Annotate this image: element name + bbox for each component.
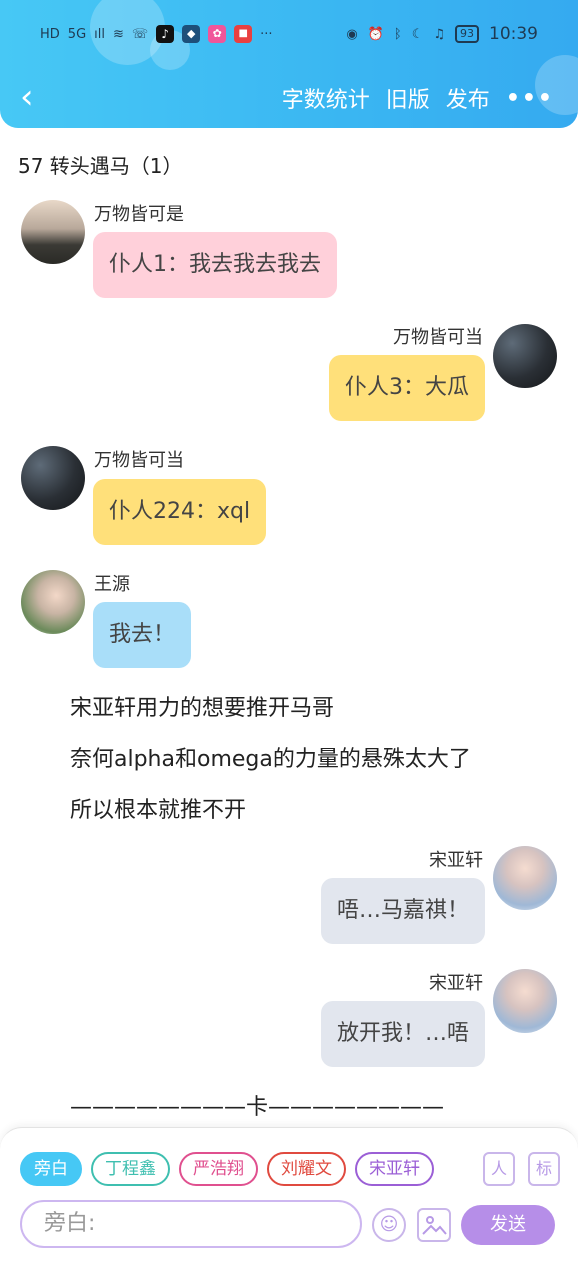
status-right: ◉ ⏰ ᛒ ☾ ♫ 93 10:39	[346, 24, 538, 44]
message-bubble[interactable]: 仆人224：xql	[93, 479, 267, 545]
back-icon[interactable]: ‹	[20, 78, 50, 118]
avatar[interactable]	[493, 846, 557, 910]
battery-indicator: 93	[455, 25, 479, 43]
message-bubble[interactable]: 唔…马嘉祺！	[320, 878, 485, 944]
role-chips: 旁白 丁程鑫 严浩翔 刘耀文 宋亚轩	[20, 1152, 466, 1188]
avatar[interactable]	[493, 324, 557, 388]
sender-name: 万物皆可当	[94, 450, 184, 471]
message-bubble[interactable]: 仆人3：大瓜	[329, 355, 485, 421]
emoji-icon[interactable]: ☺	[372, 1208, 406, 1242]
chip-liu-yaowen[interactable]: 刘耀文	[267, 1152, 346, 1186]
signal-icon: ıll	[94, 26, 105, 42]
missed-call-icon: ☏	[131, 26, 149, 42]
composer-panel: 旁白 丁程鑫 严浩翔 刘耀文 宋亚轩 人 标 旁白: ☺ 发送	[0, 1127, 578, 1280]
alarm-icon: ⏰	[367, 26, 384, 42]
avatar[interactable]	[21, 200, 85, 264]
message-input[interactable]: 旁白:	[20, 1200, 362, 1248]
top-bar: HD 5G ıll ≋ ☏ ♪ ◆ ✿ ■ ··· ◉ ⏰ ᛒ ☾ ♫ 93 1…	[0, 0, 578, 128]
bluetooth-icon: ᛒ	[393, 26, 402, 42]
app-icon: ■	[234, 25, 253, 43]
sender-name: 王源	[94, 574, 130, 595]
app-icon: ◆	[182, 25, 201, 43]
sender-name: 万物皆可是	[94, 204, 184, 225]
more-notifications-icon: ···	[260, 26, 273, 42]
message-bubble[interactable]: 仆人1：我去我去我去	[93, 232, 337, 298]
eye-icon: ◉	[346, 26, 358, 42]
message-bubble[interactable]: 放开我！…唔	[320, 1001, 485, 1067]
chip-song-yaxuan[interactable]: 宋亚轩	[355, 1152, 434, 1186]
mute-icon: ♫	[433, 26, 445, 42]
avatar[interactable]	[21, 570, 85, 634]
sender-name: 宋亚轩	[429, 973, 483, 994]
message-bubble[interactable]: 我去！	[93, 602, 192, 668]
clock: 10:39	[489, 24, 538, 44]
chapter-title: 57 转头遇马（1）	[18, 154, 183, 178]
old-version-button[interactable]: 旧版	[386, 82, 430, 114]
send-button[interactable]: 发送	[461, 1205, 555, 1245]
chapter-break: ————————卡————————	[70, 1095, 445, 1120]
status-bar: HD 5G ıll ≋ ☏ ♪ ◆ ✿ ■ ··· ◉ ⏰ ᛒ ☾ ♫ 93 1…	[40, 20, 538, 48]
mark-button[interactable]: 标	[528, 1152, 560, 1186]
app-icon: ✿	[208, 25, 227, 43]
narration-line: 宋亚轩用力的想要推开马哥	[70, 696, 335, 721]
hd-icon: HD	[40, 26, 60, 42]
network-5g-icon: 5G	[67, 26, 87, 42]
nav-bar: ‹ 字数统计 旧版 发布 •••	[0, 78, 578, 122]
narration-line: 所以根本就推不开	[70, 798, 247, 823]
sender-name: 万物皆可当	[393, 327, 483, 348]
sender-name: 宋亚轩	[429, 850, 483, 871]
more-icon[interactable]: •••	[506, 86, 554, 111]
image-icon[interactable]	[417, 1208, 451, 1242]
avatar[interactable]	[21, 446, 85, 510]
narration-line: 奈何alpha和omega的力量的悬殊太大了	[70, 747, 471, 772]
nav-actions: 字数统计 旧版 发布 •••	[282, 82, 554, 114]
tiktok-icon: ♪	[156, 25, 175, 43]
chip-narration[interactable]: 旁白	[20, 1152, 82, 1186]
avatar[interactable]	[493, 969, 557, 1033]
chip-yan-haoxiang[interactable]: 严浩翔	[179, 1152, 258, 1186]
word-count-button[interactable]: 字数统计	[282, 82, 370, 114]
status-left: HD 5G ıll ≋ ☏ ♪ ◆ ✿ ■ ···	[40, 25, 273, 43]
wifi-icon: ≋	[113, 26, 124, 42]
chip-ding-chengxin[interactable]: 丁程鑫	[91, 1152, 170, 1186]
role-manage-icon[interactable]: 人	[483, 1152, 515, 1186]
publish-button[interactable]: 发布	[446, 82, 490, 114]
moon-icon: ☾	[411, 26, 424, 42]
